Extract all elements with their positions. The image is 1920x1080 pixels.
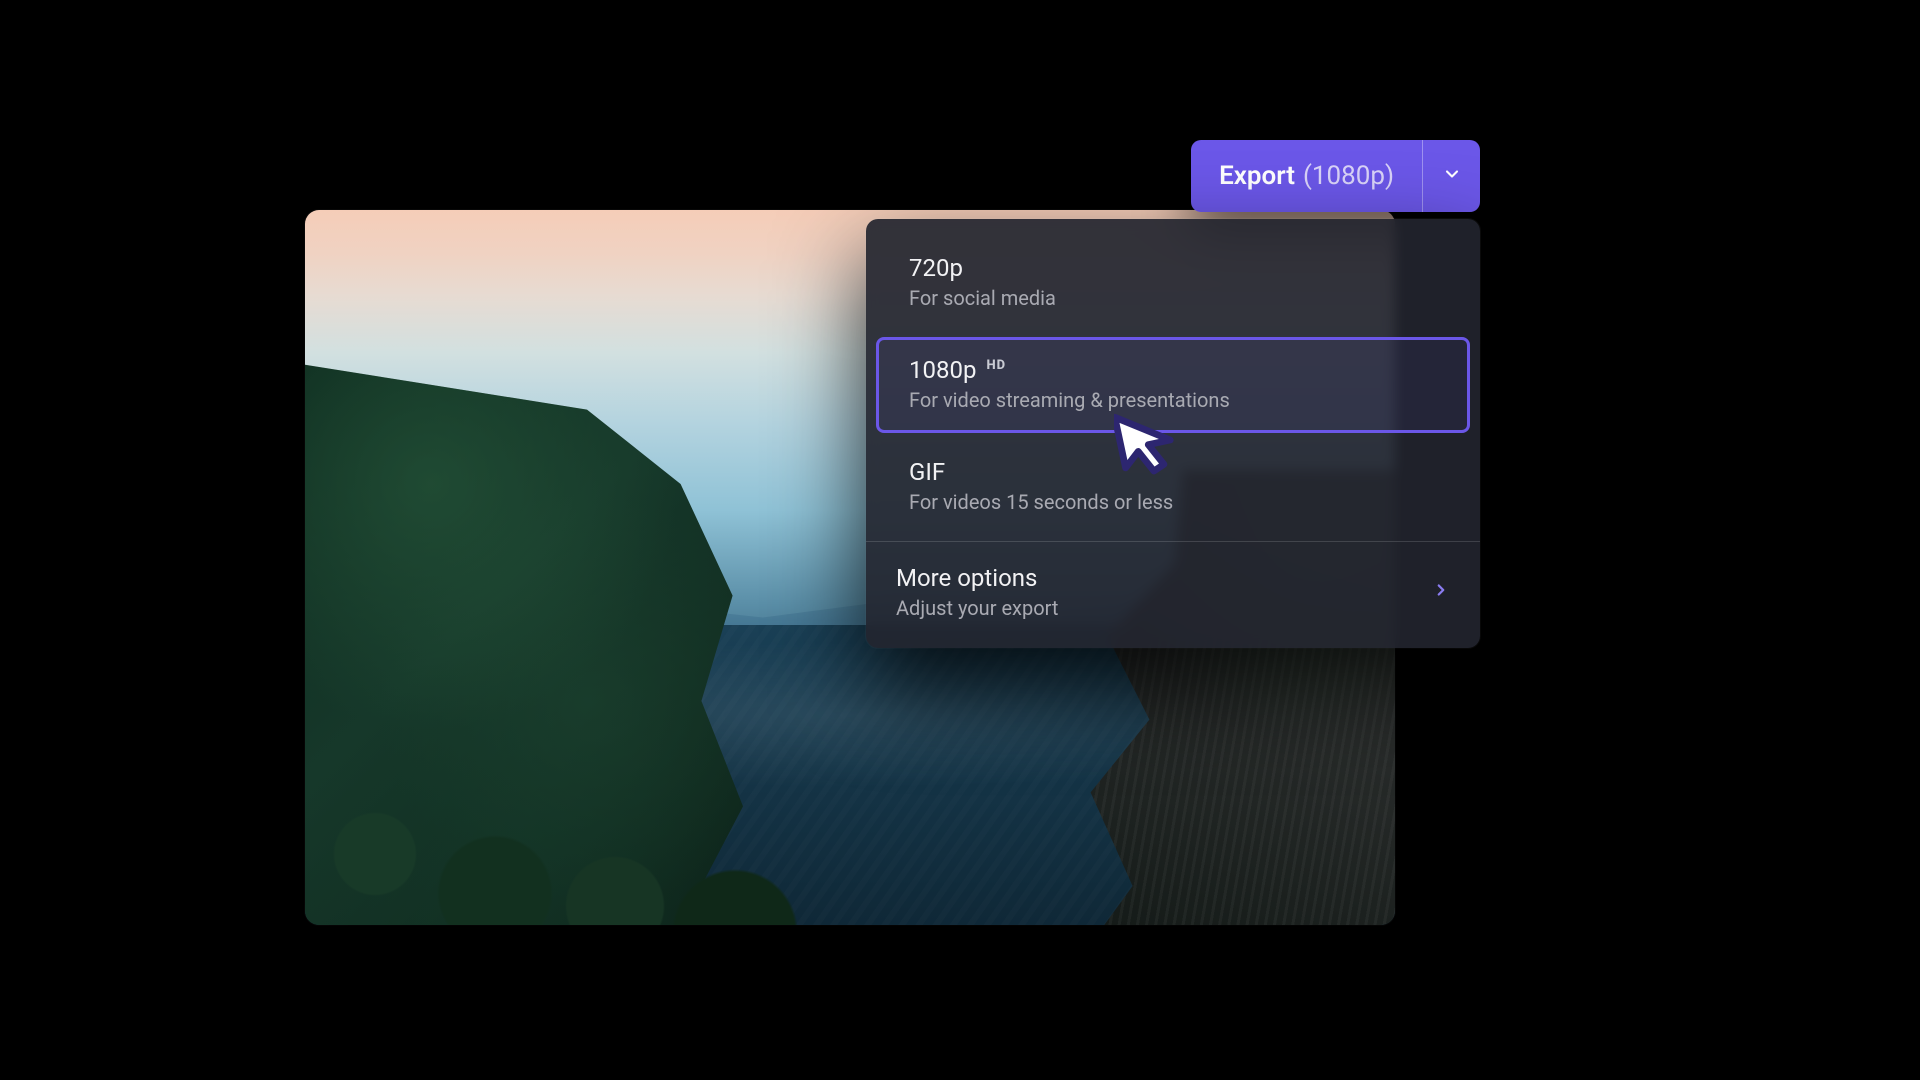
export-option-title: 1080p [909, 356, 976, 384]
more-options-subtitle: Adjust your export [896, 596, 1058, 620]
export-dropdown-toggle[interactable] [1422, 140, 1480, 212]
export-button-label: Export [1219, 161, 1295, 191]
divider [866, 541, 1480, 542]
preview-layer [305, 750, 885, 925]
export-option-1080p[interactable]: 1080p HD For video streaming & presentat… [876, 337, 1470, 433]
export-option-title: 720p [909, 254, 963, 282]
export-option-subtitle: For video streaming & presentations [909, 388, 1437, 412]
export-more-options[interactable]: More options Adjust your export [866, 548, 1480, 638]
export-option-gif[interactable]: GIF For videos 15 seconds or less [876, 439, 1470, 535]
chevron-right-icon [1432, 581, 1450, 603]
hd-badge: HD [986, 358, 1006, 373]
export-option-720p[interactable]: 720p For social media [876, 235, 1470, 331]
export-option-subtitle: For social media [909, 286, 1437, 310]
export-dropdown-menu: 720p For social media 1080p HD For video… [866, 219, 1480, 648]
chevron-down-icon [1442, 164, 1462, 188]
more-options-title: More options [896, 564, 1058, 592]
export-option-subtitle: For videos 15 seconds or less [909, 490, 1437, 514]
export-option-title: GIF [909, 458, 945, 486]
export-split-button: Export (1080p) [1191, 140, 1480, 212]
export-button-resolution: (1080p) [1303, 161, 1394, 191]
export-button[interactable]: Export (1080p) [1191, 140, 1422, 212]
